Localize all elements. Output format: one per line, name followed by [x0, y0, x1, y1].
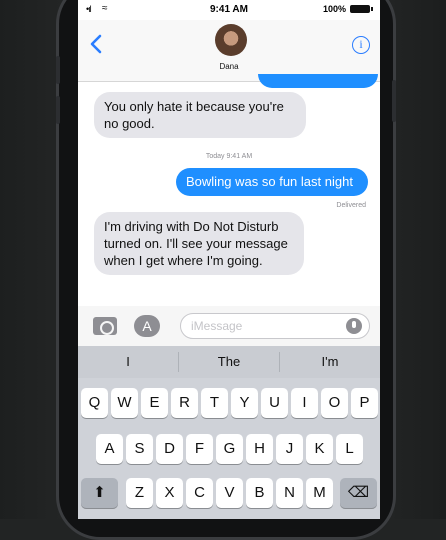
key-r[interactable]: R	[171, 388, 198, 418]
key-b[interactable]: B	[246, 478, 273, 508]
quicktype-suggestions: I The I'm	[78, 346, 380, 378]
suggestion-2[interactable]: The	[179, 346, 279, 378]
suggestion-3[interactable]: I'm	[280, 346, 380, 378]
message-input-bar: A	[78, 306, 380, 346]
message-bubble-incoming[interactable]: You only hate it because you're no good.	[94, 92, 306, 138]
battery-icon	[350, 5, 373, 13]
message-bubble-incoming[interactable]: I'm driving with Do Not Disturb turned o…	[94, 212, 304, 275]
key-y[interactable]: Y	[231, 388, 258, 418]
key-f[interactable]: F	[186, 434, 213, 464]
app-store-glyph: A	[142, 318, 152, 334]
contact-name[interactable]: Dana	[78, 62, 380, 71]
delete-icon: ⌫	[347, 484, 370, 501]
key-x[interactable]: X	[156, 478, 183, 508]
key-o[interactable]: O	[321, 388, 348, 418]
status-bar: •ıl ≈ 9:41 AM 100%	[78, 0, 380, 20]
phone-screen: •ıl ≈ 9:41 AM 100% Dana i You only hate …	[78, 0, 380, 519]
key-m[interactable]: M	[306, 478, 333, 508]
message-text: I'm driving with Do Not Disturb turned o…	[104, 219, 288, 268]
phone-side-button-left-bottom	[56, 96, 60, 124]
key-j[interactable]: J	[276, 434, 303, 464]
delivered-status: Delivered	[336, 202, 366, 209]
message-text: Bowling was so fun last night	[186, 174, 353, 189]
suggestion-1[interactable]: I	[78, 346, 178, 378]
key-a[interactable]: A	[96, 434, 123, 464]
key-u[interactable]: U	[261, 388, 288, 418]
key-e[interactable]: E	[141, 388, 168, 418]
key-k[interactable]: K	[306, 434, 333, 464]
key-p[interactable]: P	[351, 388, 378, 418]
phone-side-button-left-top	[56, 56, 60, 84]
previous-outgoing-bubble-edge	[258, 74, 378, 88]
delete-key[interactable]: ⌫	[340, 478, 377, 508]
key-v[interactable]: V	[216, 478, 243, 508]
key-n[interactable]: N	[276, 478, 303, 508]
key-l[interactable]: L	[336, 434, 363, 464]
info-icon: i	[359, 37, 363, 51]
phone-side-button-right	[392, 80, 396, 122]
key-q[interactable]: Q	[81, 388, 108, 418]
key-d[interactable]: D	[156, 434, 183, 464]
message-text: You only hate it because you're no good.	[104, 99, 284, 131]
battery-percentage: 100%	[322, 4, 346, 14]
key-w[interactable]: W	[111, 388, 138, 418]
key-s[interactable]: S	[126, 434, 153, 464]
app-store-icon[interactable]: A	[134, 315, 160, 337]
message-timestamp: Today 9:41 AM	[205, 153, 253, 160]
conversation-header: Dana i	[78, 20, 380, 82]
keyboard: I The I'm Q W E R T Y U I O P A S D F G …	[78, 346, 380, 519]
key-c[interactable]: C	[186, 478, 213, 508]
message-thread: You only hate it because you're no good.…	[78, 74, 380, 306]
chevron-left-icon	[90, 34, 102, 54]
contact-avatar[interactable]	[215, 24, 247, 56]
shift-icon: ⬆	[93, 484, 106, 501]
camera-icon[interactable]	[93, 317, 117, 335]
message-bubble-outgoing[interactable]: Bowling was so fun last night	[176, 168, 368, 196]
back-button[interactable]	[88, 34, 104, 54]
key-t[interactable]: T	[201, 388, 228, 418]
key-i[interactable]: I	[291, 388, 318, 418]
key-z[interactable]: Z	[126, 478, 153, 508]
info-button[interactable]: i	[352, 36, 370, 54]
microphone-icon[interactable]	[346, 318, 362, 334]
key-g[interactable]: G	[216, 434, 243, 464]
key-h[interactable]: H	[246, 434, 273, 464]
imessage-input[interactable]	[180, 313, 370, 339]
shift-key[interactable]: ⬆	[81, 478, 118, 508]
